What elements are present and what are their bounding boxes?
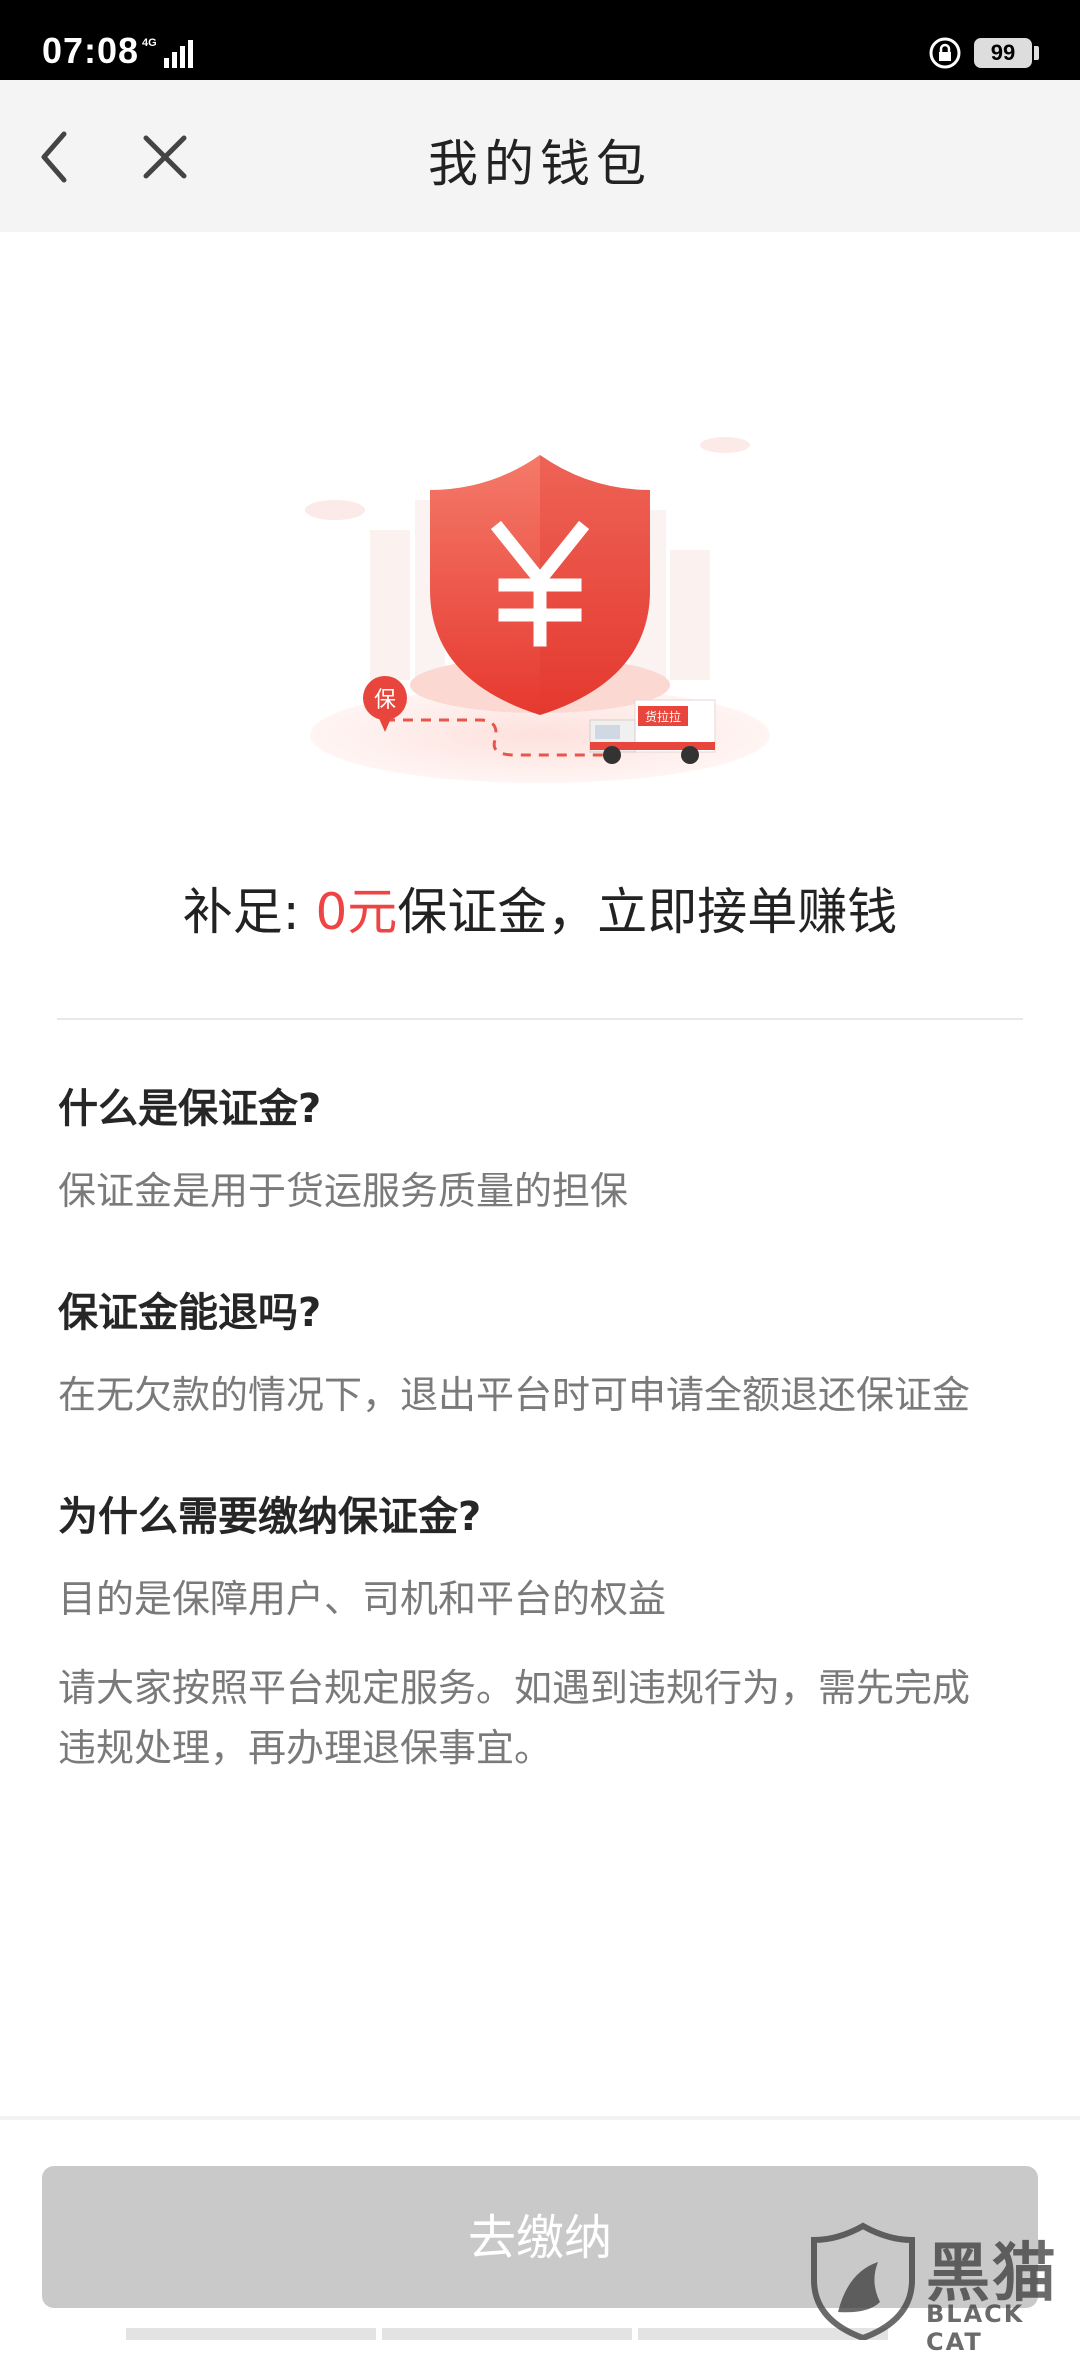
bottom-separator xyxy=(0,2116,1080,2120)
faq-question: 什么是保证金? xyxy=(58,1086,322,1132)
watermark-sub: BLACK CAT xyxy=(926,2300,1025,2356)
bottom-tab-lines xyxy=(126,2328,926,2340)
faq-answer: 保证金是用于货运服务质量的担保 xyxy=(58,1169,629,1213)
faq-question: 保证金能退吗? xyxy=(58,1290,322,1336)
battery-tip xyxy=(1034,46,1039,60)
deposit-illustration: 保 货拉拉 xyxy=(305,437,770,783)
rotation-lock-icon xyxy=(929,37,961,69)
truck-label: 货拉拉 xyxy=(645,709,681,724)
headline-prefix: 补足: xyxy=(182,883,316,941)
status-bar: 07:08 4G 99 xyxy=(0,0,1080,80)
divider xyxy=(57,1018,1023,1020)
headline-suffix: 保证金，立即接单赚钱 xyxy=(397,883,898,941)
page-title: 我的钱包 xyxy=(428,135,652,193)
svg-text:4G: 4G xyxy=(142,37,157,49)
deposit-headline: 补足: 0元保证金，立即接单赚钱 xyxy=(0,872,1080,944)
faq-answer: 目的是保障用户、司机和平台的权益 xyxy=(58,1577,667,1621)
cat-shield-icon xyxy=(811,2222,915,2340)
notice-line-1: 请大家按照平台规定服务。如遇到违规行为，需先完成 xyxy=(58,1666,971,1710)
status-time: 07:08 xyxy=(42,30,140,71)
notice-line-2: 违规处理，再办理退保事宜。 xyxy=(58,1726,553,1770)
badge-label: 保 xyxy=(374,688,396,713)
watermark: 黑猫 BLACK CAT xyxy=(808,2222,1080,2356)
deposit-amount: 0元 xyxy=(315,883,398,941)
faq-answer: 在无欠款的情况下，退出平台时可申请全额退还保证金 xyxy=(58,1373,971,1417)
signal-icon: 4G xyxy=(142,37,193,68)
navigation-bar: 我的钱包 xyxy=(0,80,1080,232)
faq-question: 为什么需要缴纳保证金? xyxy=(58,1494,482,1540)
battery-indicator: 99 xyxy=(974,38,1032,68)
